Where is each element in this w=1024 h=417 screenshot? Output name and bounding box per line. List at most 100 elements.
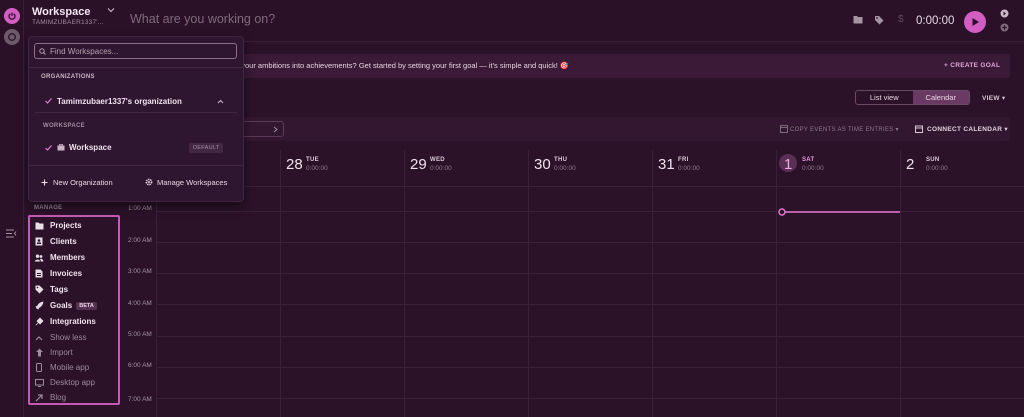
day-number: 1 — [784, 156, 793, 173]
desktop-icon — [34, 378, 44, 388]
day-header[interactable]: 2 SUN 0:00:00 — [900, 150, 1024, 186]
sidebar-item-label: Desktop app — [50, 378, 95, 387]
calendar-grid: 28 TUE 0:00:00 29 WED 0:00:00 30 THU 0:0… — [120, 150, 1024, 417]
day-header-today[interactable]: 1 SAT 0:00:00 — [776, 150, 900, 186]
timer-bar: $ 0:00:00 — [120, 0, 1024, 42]
members-icon — [34, 253, 44, 263]
sidebar-item-label: Tags — [50, 285, 69, 294]
day-header[interactable]: 31 FRI 0:00:00 — [652, 150, 776, 186]
hour-label: 4:00 AM — [128, 300, 152, 307]
workspace-owner: TAMIMZUBAER1337'... — [32, 19, 104, 26]
manual-mode-icon[interactable] — [1000, 9, 1009, 18]
view-menu-button[interactable]: VIEW ▾ — [982, 94, 1005, 102]
day-name: SAT — [802, 157, 815, 163]
hour-label: 6:00 AM — [128, 362, 152, 369]
app-rail — [0, 0, 24, 417]
workspace-name: Workspace — [32, 6, 91, 18]
sidebar-item-show-less[interactable]: Show less — [34, 330, 118, 345]
invoice-icon — [34, 269, 44, 279]
sidebar-item-invoices[interactable]: Invoices — [34, 266, 118, 281]
day-total: 0:00:00 — [430, 165, 452, 172]
workspace-row[interactable]: Workspace DEFAULT — [35, 139, 237, 156]
copy-icon — [780, 125, 788, 133]
workspace-item-name: Workspace — [69, 143, 112, 152]
manage-workspaces-button[interactable]: Manage Workspaces — [157, 178, 227, 187]
day-number: 30 — [534, 156, 551, 173]
rocket-icon — [34, 301, 44, 311]
sidebar-item-desktop-app[interactable]: Desktop app — [34, 375, 118, 390]
grid-line — [900, 150, 901, 417]
copy-events-button[interactable]: COPY EVENTS AS TIME ENTRIES ▾ — [790, 126, 899, 133]
sidebar-item-label: Show less — [50, 333, 87, 342]
list-view-button[interactable]: List view — [856, 91, 913, 104]
day-total: 0:00:00 — [554, 165, 576, 172]
workspace-list: WORKSPACE Workspace DEFAULT — [35, 115, 237, 163]
banner-text: n your ambitions into achievements? Get … — [235, 61, 570, 70]
import-icon — [34, 348, 44, 358]
sidebar-item-clients[interactable]: Clients — [34, 234, 118, 249]
hour-label: 1:00 AM — [128, 205, 152, 212]
create-goal-button[interactable]: + CREATE GOAL — [944, 62, 1000, 69]
folder-icon[interactable] — [853, 15, 863, 24]
day-name: FRI — [678, 157, 689, 163]
day-header[interactable]: 30 THU 0:00:00 — [528, 150, 652, 186]
external-link-icon — [34, 393, 44, 403]
tag-icon[interactable] — [874, 15, 884, 25]
calendar-toolbar: COPY EVENTS AS TIME ENTRIES ▾ CONNECT CA… — [120, 117, 1010, 141]
chevron-down-icon[interactable] — [107, 7, 115, 13]
grid-line — [156, 304, 1024, 305]
sidebar-item-label: Blog — [50, 393, 67, 402]
sidebar-item-members[interactable]: Members — [34, 250, 118, 265]
workspace-search-input[interactable] — [34, 43, 237, 59]
divider — [29, 67, 243, 68]
sidebar-item-goals[interactable]: Goals BETA — [34, 298, 118, 313]
sidebar-item-import[interactable]: Import — [34, 345, 118, 360]
grid-line — [156, 273, 1024, 274]
day-number: 28 — [286, 156, 303, 173]
gear-icon — [145, 178, 153, 186]
organization-row[interactable]: Tamimzubaer1337's organization — [35, 91, 237, 113]
billable-icon[interactable]: $ — [898, 14, 904, 25]
secondary-app-icon[interactable] — [4, 29, 20, 45]
connect-calendar-button[interactable]: CONNECT CALENDAR ▾ — [927, 125, 1008, 133]
play-button[interactable] — [964, 11, 986, 33]
sidebar-item-tags[interactable]: Tags — [34, 282, 118, 297]
day-number: 31 — [658, 156, 675, 173]
sidebar-item-blog[interactable]: Blog — [34, 390, 118, 405]
view-switch: List view Calendar — [855, 90, 970, 105]
manage-section-label: MANAGE — [34, 205, 63, 211]
day-header[interactable]: 28 TUE 0:00:00 — [280, 150, 404, 186]
calendar-view-button[interactable]: Calendar — [912, 91, 969, 104]
date-range-picker[interactable] — [240, 121, 284, 137]
hour-label: 7:00 AM — [128, 396, 152, 403]
day-total: 0:00:00 — [802, 165, 824, 172]
chevron-up-icon[interactable] — [217, 99, 224, 104]
check-icon — [45, 145, 52, 151]
folder-icon — [34, 221, 44, 231]
collapse-menu-icon[interactable] — [6, 229, 18, 238]
day-name: THU — [554, 157, 568, 163]
day-name: WED — [430, 157, 445, 163]
client-icon — [34, 237, 44, 247]
divider — [29, 165, 243, 166]
new-organization-button[interactable]: New Organization — [53, 178, 113, 187]
workspace-dropdown: ORGANIZATIONS Tamimzubaer1337's organiza… — [28, 36, 244, 202]
organizations-label: ORGANIZATIONS — [41, 74, 95, 80]
calendar-icon — [915, 125, 923, 133]
power-icon[interactable] — [4, 8, 20, 24]
task-description-input[interactable] — [130, 12, 730, 26]
day-header[interactable]: 29 WED 0:00:00 — [404, 150, 528, 186]
sidebar-item-mobile-app[interactable]: Mobile app — [34, 360, 118, 375]
grid-line — [652, 150, 653, 417]
day-number: 29 — [410, 156, 427, 173]
plug-icon — [34, 317, 44, 327]
current-time-indicator — [778, 208, 900, 216]
sidebar-item-label: Invoices — [50, 269, 83, 278]
sidebar-item-label: Members — [50, 253, 86, 262]
briefcase-icon — [57, 144, 65, 151]
grid-line — [156, 242, 1024, 243]
add-entry-icon[interactable] — [1000, 23, 1009, 32]
sidebar-item-integrations[interactable]: Integrations — [34, 314, 118, 329]
check-icon — [45, 98, 52, 104]
sidebar-item-projects[interactable]: Projects — [34, 218, 118, 233]
